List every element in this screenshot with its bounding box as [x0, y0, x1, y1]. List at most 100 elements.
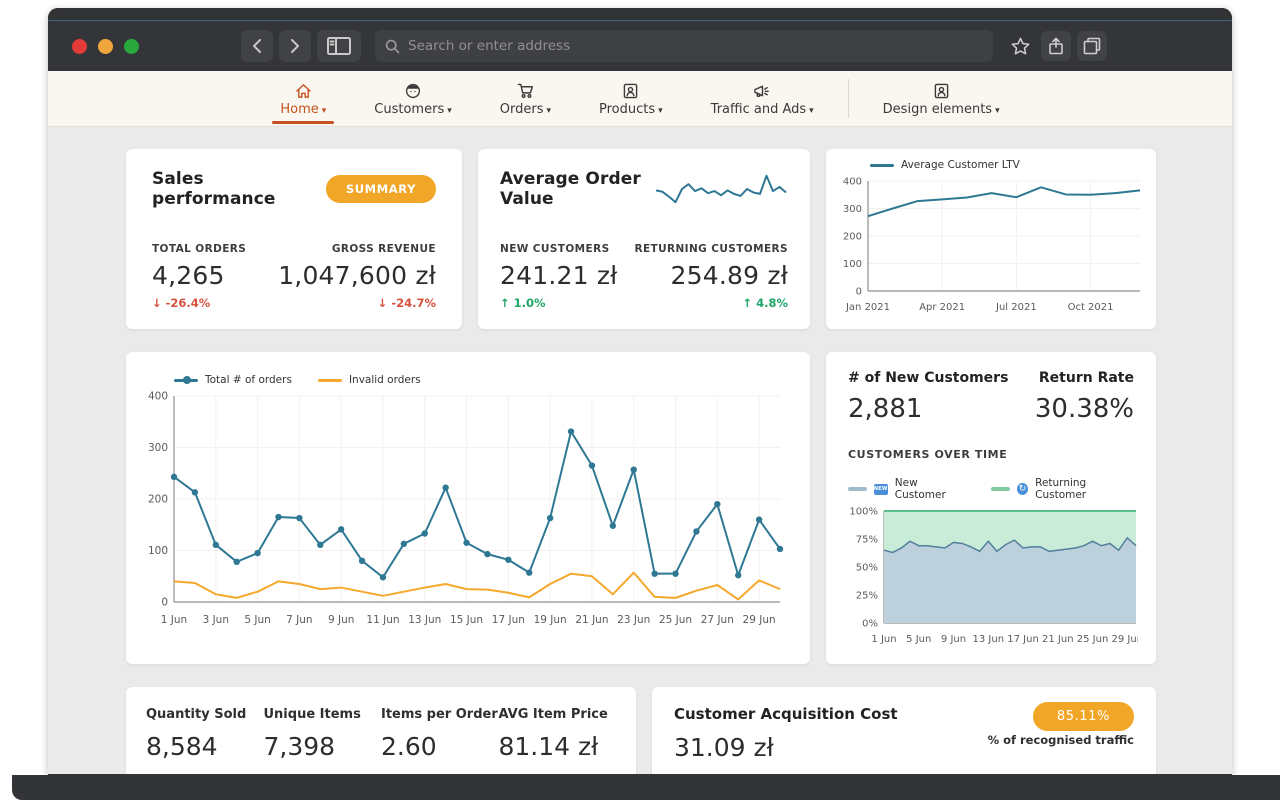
- line-dot-swatch-icon: [174, 379, 198, 382]
- card-title: Average Order Value: [500, 169, 654, 209]
- svg-text:11 Jun: 11 Jun: [366, 614, 399, 626]
- svg-text:100: 100: [843, 259, 862, 270]
- nav-item-orders[interactable]: Orders▾: [476, 71, 575, 126]
- nav-label: Products▾: [599, 102, 663, 117]
- chevron-left-icon: [252, 38, 262, 54]
- svg-text:5 Jun: 5 Jun: [906, 634, 931, 645]
- arrow-down-icon: ↓: [152, 296, 162, 310]
- unique-items-stat: Unique Items 7,398: [264, 707, 382, 761]
- arrow-up-icon: ↑: [500, 296, 510, 310]
- svg-text:0: 0: [161, 597, 168, 609]
- dashboard-page: Home▾ Customers▾ Orders▾: [48, 71, 1232, 774]
- chevron-down-icon: ▾: [658, 106, 663, 116]
- svg-text:50%: 50%: [856, 563, 878, 574]
- legend-item-ltv: Average Customer LTV: [870, 159, 1020, 171]
- svg-text:1 Jun: 1 Jun: [161, 614, 187, 626]
- stat-delta: ↓ -26.4%: [152, 296, 246, 310]
- svg-text:19 Jun: 19 Jun: [534, 614, 567, 626]
- search-input[interactable]: [408, 38, 983, 54]
- nav-label: Orders▾: [500, 102, 551, 117]
- arrow-down-icon: ↓: [378, 296, 388, 310]
- new-customers-card: # of New Customers 2,881 Return Rate 30.…: [826, 352, 1156, 664]
- bookmark-button[interactable]: [1005, 31, 1035, 61]
- cart-icon: [517, 81, 534, 99]
- legend-item-new-customer: NEW New Customer: [848, 477, 967, 501]
- svg-text:300: 300: [843, 204, 862, 215]
- return-rate-stat: Return Rate 30.38%: [1035, 370, 1134, 424]
- line-swatch-icon: [870, 164, 894, 167]
- stat-label: Unique Items: [264, 707, 382, 722]
- svg-text:17 Jun: 17 Jun: [492, 614, 525, 626]
- ltv-line-chart: 0100200300400Jan 2021Apr 2021Jul 2021Oct…: [834, 173, 1150, 315]
- minimize-window-button[interactable]: [98, 39, 113, 54]
- customer-acquisition-cost-card: Customer Acquisition Cost 31.09 zł 250 8…: [652, 687, 1156, 774]
- nav-label: Design elements▾: [883, 102, 1000, 117]
- orders-chart-card: Total # of orders Invalid orders 0100200…: [126, 352, 810, 664]
- nav-item-customers[interactable]: Customers▾: [350, 71, 475, 126]
- svg-text:21 Jun: 21 Jun: [1042, 634, 1074, 645]
- browser-toolbar: [48, 21, 1232, 71]
- new-customers-stat: # of New Customers 2,881: [848, 370, 1008, 424]
- product-icon: [623, 81, 638, 99]
- stat-value: 1,047,600 zł: [278, 261, 436, 290]
- svg-text:75%: 75%: [856, 535, 878, 546]
- stat-value: 2,881: [848, 394, 1008, 424]
- svg-text:15 Jun: 15 Jun: [450, 614, 483, 626]
- line-swatch-icon: [991, 487, 1010, 491]
- close-window-button[interactable]: [72, 39, 87, 54]
- nav-item-design-elements[interactable]: Design elements▾: [859, 71, 1024, 126]
- badge-caption: % of recognised traffic: [988, 733, 1134, 747]
- stat-value: 7,398: [264, 732, 382, 761]
- recognised-traffic-stat: 85.11% % of recognised traffic: [988, 705, 1134, 747]
- svg-text:13 Jun: 13 Jun: [408, 614, 441, 626]
- stat-label: Items per Order: [381, 707, 499, 722]
- gross-revenue-stat: GROSS REVENUE 1,047,600 zł ↓ -24.7%: [278, 243, 436, 310]
- megaphone-icon: [753, 81, 771, 99]
- nav-label: Customers▾: [374, 102, 451, 117]
- nav-item-traffic-and-ads[interactable]: Traffic and Ads▾: [687, 71, 838, 126]
- svg-text:25%: 25%: [856, 591, 878, 602]
- svg-text:29 Jun: 29 Jun: [743, 614, 776, 626]
- legend-label: New Customer: [895, 477, 967, 501]
- stat-value: 4,265: [152, 261, 246, 290]
- legend-label: Total # of orders: [205, 374, 292, 386]
- address-bar[interactable]: [375, 30, 993, 62]
- svg-text:1 Jun: 1 Jun: [871, 634, 896, 645]
- card-title: Sales performance: [152, 169, 326, 209]
- new-customers-stat: NEW CUSTOMERS 241.21 zł ↑ 1.0%: [500, 243, 617, 310]
- arrow-up-icon: ↑: [742, 296, 752, 310]
- tabs-icon: [1083, 37, 1101, 55]
- svg-text:400: 400: [148, 391, 168, 403]
- stat-value: 30.38%: [1035, 394, 1134, 424]
- nav-item-products[interactable]: Products▾: [575, 71, 687, 126]
- chevron-right-icon: [290, 38, 300, 54]
- nav-item-home[interactable]: Home▾: [256, 71, 350, 126]
- back-button[interactable]: [241, 30, 273, 62]
- legend-label: Returning Customer: [1035, 477, 1134, 501]
- screen: Home▾ Customers▾ Orders▾: [0, 0, 1280, 800]
- sidebar-toggle-button[interactable]: [317, 30, 361, 62]
- forward-button[interactable]: [279, 30, 311, 62]
- customers-legend: NEW New Customer ↻ Returning Customer: [848, 477, 1134, 501]
- svg-text:29 Jun: 29 Jun: [1112, 634, 1138, 645]
- tabs-button[interactable]: [1077, 31, 1107, 61]
- summary-button[interactable]: SUMMARY: [326, 175, 436, 203]
- maximize-window-button[interactable]: [124, 39, 139, 54]
- chevron-down-icon: ▾: [546, 106, 551, 116]
- chevron-down-icon: ▾: [447, 106, 452, 116]
- svg-text:7 Jun: 7 Jun: [286, 614, 312, 626]
- traffic-lights: [72, 39, 139, 54]
- stat-label: NEW CUSTOMERS: [500, 243, 617, 255]
- legend-label: Average Customer LTV: [901, 159, 1020, 171]
- svg-text:Oct 2021: Oct 2021: [1068, 302, 1114, 313]
- returning-customers-stat: RETURNING CUSTOMERS 254.89 zł ↑ 4.8%: [634, 243, 788, 310]
- stat-value: 241.21 zł: [500, 261, 617, 290]
- svg-text:27 Jun: 27 Jun: [701, 614, 734, 626]
- window-titlebar: [48, 8, 1232, 21]
- svg-text:9 Jun: 9 Jun: [941, 634, 966, 645]
- customer-ltv-card: Average Customer LTV 0100200300400Jan 20…: [826, 149, 1156, 329]
- customers-icon: [405, 81, 421, 99]
- stat-label: RETURNING CUSTOMERS: [634, 243, 788, 255]
- nav-label: Traffic and Ads▾: [711, 102, 814, 117]
- share-button[interactable]: [1041, 31, 1071, 61]
